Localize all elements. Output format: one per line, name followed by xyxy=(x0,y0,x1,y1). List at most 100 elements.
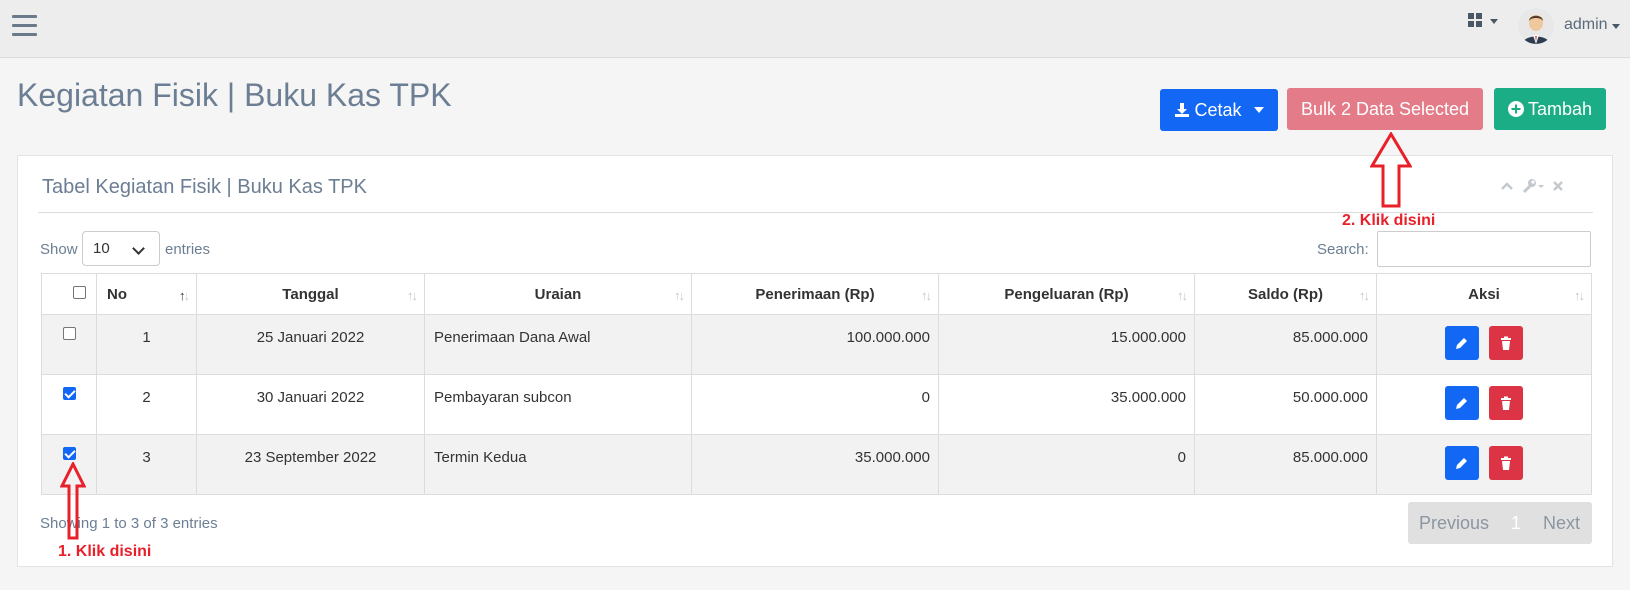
annotation-arrow-2 xyxy=(1370,132,1412,208)
cell-pengeluaran: 0 xyxy=(938,434,1195,495)
length-value: 10 xyxy=(93,240,110,257)
col-tanggal[interactable]: Tanggal ↑↓ xyxy=(196,273,425,315)
col-pengeluaran[interactable]: Pengeluaran (Rp) ↑↓ xyxy=(938,273,1195,315)
cell-uraian: Penerimaan Dana Awal xyxy=(424,314,692,375)
edit-button[interactable] xyxy=(1444,446,1479,480)
table-row: 1 25 Januari 2022 Penerimaan Dana Awal 1… xyxy=(41,314,1592,375)
user-name[interactable]: admin xyxy=(1564,16,1608,34)
search-label: Search: xyxy=(1317,241,1369,258)
annotation-step-2: 2. Klik disini xyxy=(1342,212,1436,229)
bulk-action-button[interactable]: Bulk 2 Data Selected xyxy=(1287,88,1483,130)
edit-button[interactable] xyxy=(1444,326,1479,360)
top-navbar: admin xyxy=(0,0,1630,58)
download-icon xyxy=(1175,103,1190,117)
annotation-arrow-1 xyxy=(60,462,86,540)
chevron-down-icon xyxy=(1253,107,1264,113)
page-title: Kegiatan Fisik | Buku Kas TPK xyxy=(17,77,452,113)
hamburger-menu-icon[interactable] xyxy=(12,15,37,37)
chevron-up-icon[interactable] xyxy=(1500,179,1514,193)
entries-label: entries xyxy=(165,241,211,258)
next-page-button[interactable]: Next xyxy=(1543,513,1580,534)
col-saldo[interactable]: Saldo (Rp) ↑↓ xyxy=(1194,273,1377,315)
kas-table: No ↑↓ Tanggal ↑↓ Uraian ↑↓ Penerimaan (R… xyxy=(41,273,1592,495)
tambah-label: Tambah xyxy=(1527,98,1593,119)
col-uraian[interactable]: Uraian ↑↓ xyxy=(424,273,692,315)
col-penerimaan-label: Penerimaan (Rp) xyxy=(755,285,875,303)
select-all-header xyxy=(41,273,97,315)
col-no[interactable]: No ↑↓ xyxy=(96,273,197,315)
col-penerimaan[interactable]: Penerimaan (Rp) ↑↓ xyxy=(691,273,939,315)
previous-page-button[interactable]: Previous xyxy=(1408,513,1489,534)
show-label: Show xyxy=(40,241,78,258)
user-menu-caret-icon[interactable] xyxy=(1612,24,1620,29)
row-select-cell xyxy=(41,374,97,435)
cell-pengeluaran: 15.000.000 xyxy=(938,314,1195,375)
wrench-icon[interactable] xyxy=(1522,178,1544,194)
cetak-dropdown-button[interactable]: Cetak xyxy=(1160,89,1278,131)
delete-button[interactable] xyxy=(1489,446,1524,480)
cell-saldo: 85.000.000 xyxy=(1194,314,1377,375)
col-saldo-label: Saldo (Rp) xyxy=(1248,285,1323,303)
row-checkbox[interactable] xyxy=(63,327,76,340)
current-page-button[interactable]: 1 xyxy=(1511,513,1521,534)
cell-tanggal: 25 Januari 2022 xyxy=(196,314,425,375)
col-pengeluaran-label: Pengeluaran (Rp) xyxy=(1004,285,1129,303)
col-aksi-label: Aksi xyxy=(1468,285,1500,303)
pagination: Previous 1 Next xyxy=(1408,502,1592,544)
col-uraian-label: Uraian xyxy=(534,285,582,303)
cell-penerimaan: 35.000.000 xyxy=(691,434,939,495)
pencil-icon xyxy=(1455,458,1467,469)
cell-no: 2 xyxy=(96,374,197,435)
sort-icon: ↑↓ xyxy=(1359,288,1370,303)
delete-button[interactable] xyxy=(1489,386,1524,420)
trash-icon xyxy=(1501,396,1512,410)
pencil-icon xyxy=(1455,398,1467,409)
cell-saldo: 85.000.000 xyxy=(1194,434,1377,495)
cetak-label: Cetak xyxy=(1194,99,1242,120)
cell-aksi xyxy=(1376,314,1592,375)
delete-button[interactable] xyxy=(1489,326,1524,360)
sort-icon: ↑↓ xyxy=(674,288,685,303)
panel-tools xyxy=(1500,176,1564,196)
cell-no: 3 xyxy=(96,434,197,495)
cell-uraian: Termin Kedua xyxy=(424,434,692,495)
col-aksi[interactable]: Aksi ↑↓ xyxy=(1376,273,1592,315)
annotation-step-1: 1. Klik disini xyxy=(58,543,152,560)
cell-penerimaan: 0 xyxy=(691,374,939,435)
sort-icon: ↑↓ xyxy=(1574,288,1585,303)
chevron-down-icon xyxy=(132,242,145,255)
entries-length-select[interactable]: 10 xyxy=(82,231,160,266)
row-checkbox[interactable] xyxy=(63,387,76,400)
sort-icon: ↑↓ xyxy=(921,288,932,303)
cell-uraian: Pembayaran subcon xyxy=(424,374,692,435)
search-input[interactable] xyxy=(1377,231,1591,267)
cell-penerimaan: 100.000.000 xyxy=(691,314,939,375)
tambah-button[interactable]: Tambah xyxy=(1494,88,1606,130)
sort-icon: ↑↓ xyxy=(407,288,418,303)
row-select-cell xyxy=(41,314,97,375)
avatar[interactable] xyxy=(1518,8,1554,44)
apps-grid-icon[interactable] xyxy=(1468,13,1500,29)
table-row: 2 30 Januari 2022 Pembayaran subcon 0 35… xyxy=(41,374,1592,435)
cell-saldo: 50.000.000 xyxy=(1194,374,1377,435)
sort-asc-icon: ↑↓ xyxy=(179,288,190,303)
trash-icon xyxy=(1501,456,1512,470)
col-no-label: No xyxy=(107,285,127,303)
cell-tanggal: 23 September 2022 xyxy=(196,434,425,495)
cell-tanggal: 30 Januari 2022 xyxy=(196,374,425,435)
panel-title: Tabel Kegiatan Fisik | Buku Kas TPK xyxy=(42,176,367,198)
close-icon[interactable] xyxy=(1552,180,1564,192)
row-checkbox[interactable] xyxy=(63,447,76,460)
cell-aksi xyxy=(1376,374,1592,435)
edit-button[interactable] xyxy=(1444,386,1479,420)
pencil-icon xyxy=(1455,338,1467,349)
cell-no: 1 xyxy=(96,314,197,375)
plus-circle-icon xyxy=(1507,101,1524,117)
table-row: 3 23 September 2022 Termin Kedua 35.000.… xyxy=(41,434,1592,495)
cell-pengeluaran: 35.000.000 xyxy=(938,374,1195,435)
trash-icon xyxy=(1501,336,1512,350)
sort-icon: ↑↓ xyxy=(1177,288,1188,303)
col-tanggal-label: Tanggal xyxy=(282,285,339,303)
table-header-row: No ↑↓ Tanggal ↑↓ Uraian ↑↓ Penerimaan (R… xyxy=(41,273,1592,315)
select-all-checkbox[interactable] xyxy=(73,285,86,299)
